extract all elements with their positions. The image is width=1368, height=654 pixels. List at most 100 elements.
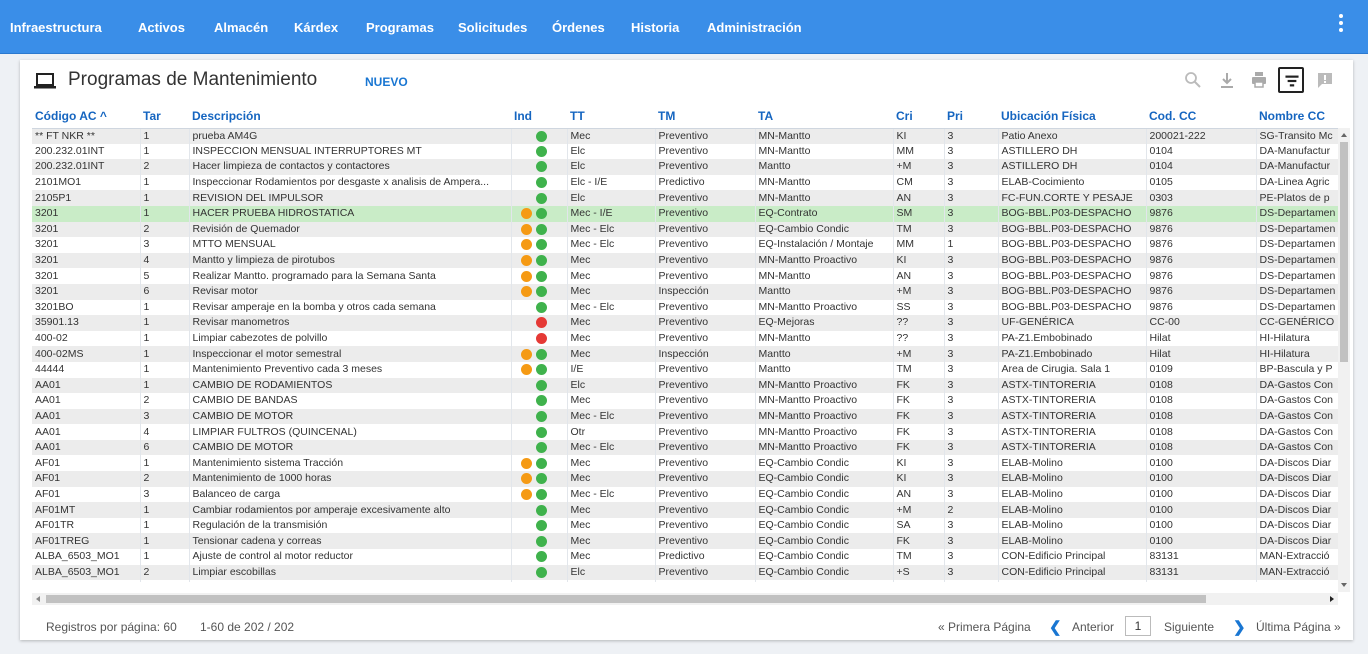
cell-ind [511,330,568,347]
table-row[interactable]: AF01 1 Mantenimiento sistema Tracción Mec Pr… [32,455,1338,472]
horizontal-scroll-thumb[interactable] [46,595,1206,603]
table-row[interactable]: AF01TREG 1 Tensionar cadena y correas Mec Pr… [32,533,1338,550]
table-row[interactable]: 35901.13 1 Revisar manometros Mec Preventivo… [32,315,1338,331]
records-per-page[interactable]: Registros por página: 60 [46,620,177,634]
vertical-scroll-thumb[interactable] [1340,142,1348,362]
new-button[interactable]: NUEVO [365,75,408,89]
table-row[interactable]: ALBA_6503_MO13Cambio de rodamientosMecPr… [32,580,1338,582]
last-page-link[interactable]: Última Página » [1256,620,1341,634]
table-row[interactable]: 44444 1 Mantenimiento Preventivo cada 3 me… [32,361,1338,378]
nav-programas[interactable]: Programas [366,20,434,35]
print-icon[interactable] [1247,68,1271,92]
table-row[interactable]: 2105P1 1 REVISION DEL IMPULSOR Elc Preventiv… [32,190,1338,206]
cell-pri: 3 [944,408,999,425]
cell-pri: 3 [944,486,999,503]
table-row[interactable]: 400-02 1 Limpiar cabezotes de polvillo Mec P… [32,330,1338,347]
cell-cri: FK [893,424,945,440]
cell-pri: 3 [944,471,999,487]
col-tar[interactable]: Tar [140,104,189,129]
table-row[interactable]: ALBA_6503_MO1 2 Limpiar escobillas Elc Preve… [32,564,1338,581]
table-row[interactable]: 3201 1 HACER PRUEBA HIDROSTATICA Mec - I/E P… [32,205,1338,222]
table-row[interactable]: 400-02MS 1 Inspeccionar el motor semestral… [32,346,1338,362]
col-pri[interactable]: Pri [944,104,998,129]
previous-page-link[interactable]: Anterior [1072,620,1114,634]
cell-tm: Preventivo [655,564,756,581]
cell-descripcion: Cambiar rodamientos por amperaje excesiv… [189,502,512,518]
table-row[interactable]: ALBA_6503_MO1 1 Ajuste de control al motor… [32,549,1338,565]
page-number-input[interactable]: 1 [1125,616,1151,636]
scroll-right-icon[interactable] [1330,596,1334,602]
table-row[interactable]: AF01TR 1 Regulación de la transmisión Mec Pr… [32,517,1338,534]
vertical-scrollbar[interactable] [1338,128,1350,592]
col-codigo-ac[interactable]: Código AC ^ [32,104,140,129]
table-row[interactable]: 3201BO 1 Revisar amperaje en la bomba y ot… [32,299,1338,316]
chevron-left-icon[interactable]: ❮ [1049,618,1062,636]
nav-activos[interactable]: Activos [138,20,185,35]
cell-nombre-cc: DS-Departamen [1256,299,1338,316]
table-row[interactable]: AF01 2 Mantenimiento de 1000 horas Mec Preve… [32,471,1338,487]
cell-nombre-cc: DS-Departamen [1256,283,1338,300]
search-icon[interactable] [1181,68,1205,92]
green-status-dot-icon [535,504,547,516]
nav-ordenes[interactable]: Órdenes [552,20,605,35]
first-page-link[interactable]: « Primera Página [938,620,1031,634]
cell-ta: MN-Mantto [755,330,894,347]
horizontal-scrollbar[interactable] [32,593,1338,605]
cell-tm: Preventivo [655,517,756,534]
col-nombre-cc[interactable]: Nombre CC [1256,104,1338,129]
filter-icon[interactable] [1278,67,1304,93]
table-row[interactable]: 2101MO1 1 Inspeccionar Rodamientos por des… [32,174,1338,191]
cell-tar: 5 [140,268,190,284]
cell-pri: 3 [944,346,999,362]
cell-codigo-ac: ALBA_6503_MO1 [32,580,141,582]
table-row[interactable]: 3201 2 Revisión de Quemador Mec - Elc Preven… [32,221,1338,238]
cell-tm: Preventivo [655,580,756,582]
table-row[interactable]: ** FT NKR ** 1 prueba AM4G Mec Preventivo MN-… [32,128,1338,144]
col-cri[interactable]: Cri [893,104,944,129]
table-row[interactable]: 3201 5 Realizar Mantto. programado para la… [32,268,1338,284]
col-tm[interactable]: TM [655,104,755,129]
col-descripcion[interactable]: Descripción [189,104,511,129]
nav-kardex[interactable]: Kárdex [294,20,338,35]
table-row[interactable]: AF01 3 Balanceo de carga Mec - Elc Preventiv… [32,486,1338,503]
scroll-down-icon[interactable] [1341,583,1347,587]
table-row[interactable]: 3201 4 Mantto y limpieza de pirotubos Mec Pr… [32,252,1338,269]
table-row[interactable]: AA01 1 CAMBIO DE RODAMIENTOS Elc Preventivo M… [32,377,1338,394]
cell-nombre-cc: DA-Discos Diar [1256,486,1338,503]
col-tt[interactable]: TT [567,104,655,129]
col-ubicacion[interactable]: Ubicación Física [998,104,1146,129]
next-page-link[interactable]: Siguiente [1164,620,1214,634]
vertical-dots-icon[interactable] [1336,14,1346,36]
table-row[interactable]: AF01MT 1 Cambiar rodamientos por amperaje … [32,502,1338,518]
nav-infraestructura[interactable]: Infraestructura [10,20,102,35]
nav-almacen[interactable]: Almacén [214,20,268,35]
col-ind[interactable]: Ind [511,104,567,129]
table-row[interactable]: AA01 6 CAMBIO DE MOTOR Mec - Elc Preventivo M… [32,439,1338,456]
cell-codigo-ac: AA01 [32,408,141,425]
cell-tt: Mec - Elc [567,486,656,503]
table-row[interactable]: AA01 3 CAMBIO DE MOTOR Mec - Elc Preventivo M… [32,408,1338,425]
table-row[interactable]: 3201 6 Revisar motor Mec Inspección Mantto +M 3… [32,283,1338,300]
scroll-up-icon[interactable] [1341,133,1347,137]
cell-tm: Preventivo [655,486,756,503]
table-row[interactable]: AA01 2 CAMBIO DE BANDAS Mec Preventivo MN-Man… [32,393,1338,409]
table-row[interactable]: 200.232.01INT 2 Hacer limpieza de contacto… [32,159,1338,175]
green-status-dot-icon [535,535,547,547]
cell-tt: Mec [567,533,656,550]
table-row[interactable]: 3201 3 MTTO MENSUAL Mec - Elc Preventivo EQ-I… [32,237,1338,253]
nav-solicitudes[interactable]: Solicitudes [458,20,527,35]
cell-ubicacion: ELAB-Molino [998,471,1147,487]
nav-historia[interactable]: Historia [631,20,679,35]
table-row[interactable]: 200.232.01INT 1 INSPECCION MENSUAL INTERRU… [32,143,1338,160]
col-ta[interactable]: TA [755,104,893,129]
feedback-icon[interactable] [1313,68,1337,92]
chevron-right-icon[interactable]: ❯ [1233,618,1246,636]
download-icon[interactable] [1215,68,1239,92]
scroll-left-icon[interactable] [36,596,40,602]
cell-ta: EQ-Mejoras [755,315,894,331]
cell-tt: Otr [567,424,656,440]
table-row[interactable]: AA01 4 LIMPIAR FULTROS (QUINCENAL) Otr Preve… [32,424,1338,440]
nav-administracion[interactable]: Administración [707,20,802,35]
cell-nombre-cc: DA-Gastos Con [1256,439,1338,456]
col-cod-cc[interactable]: Cod. CC [1146,104,1256,129]
